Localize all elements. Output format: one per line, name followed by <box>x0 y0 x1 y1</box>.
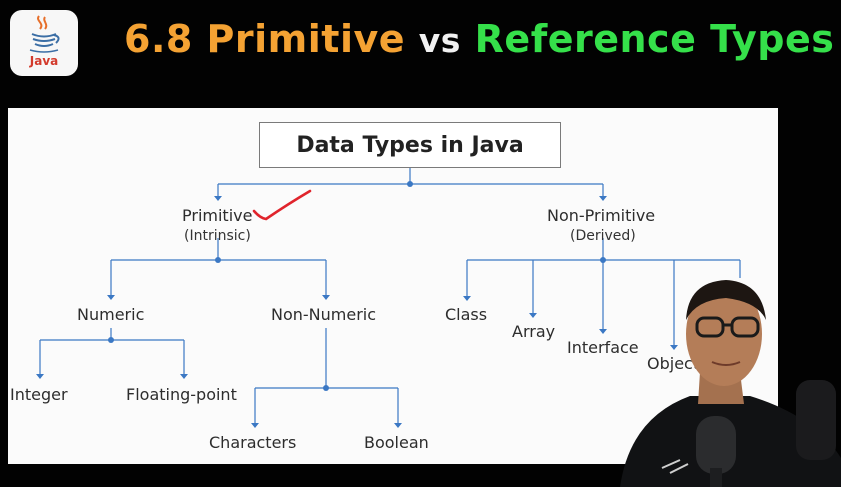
non-primitive-sub-label: (Derived) <box>570 228 636 244</box>
non-primitive-label: Non-Primitive <box>547 206 656 225</box>
presenter-webcam <box>620 280 841 487</box>
integer-label: Integer <box>10 385 68 404</box>
red-checkmark-icon <box>252 189 312 221</box>
floating-point-label: Floating-point <box>126 385 237 404</box>
title-part-vs: vs <box>418 21 461 60</box>
java-logo: Java <box>10 10 78 76</box>
java-logo-text: Java <box>29 54 59 68</box>
primitive-label: Primitive <box>182 206 253 225</box>
boolean-label: Boolean <box>364 433 429 452</box>
title-part-primitive: 6.8 Primitive <box>124 17 406 61</box>
numeric-label: Numeric <box>77 305 145 324</box>
array-label: Array <box>512 322 556 341</box>
primitive-sub-label: (Intrinsic) <box>184 228 251 244</box>
root-node: Data Types in Java <box>259 122 561 168</box>
title-part-reference: Reference Types <box>474 17 835 61</box>
non-numeric-label: Non-Numeric <box>271 305 377 324</box>
characters-label: Characters <box>209 433 297 452</box>
page-title: 6.8 Primitive vs Reference Types <box>124 12 834 66</box>
class-label: Class <box>445 305 488 324</box>
